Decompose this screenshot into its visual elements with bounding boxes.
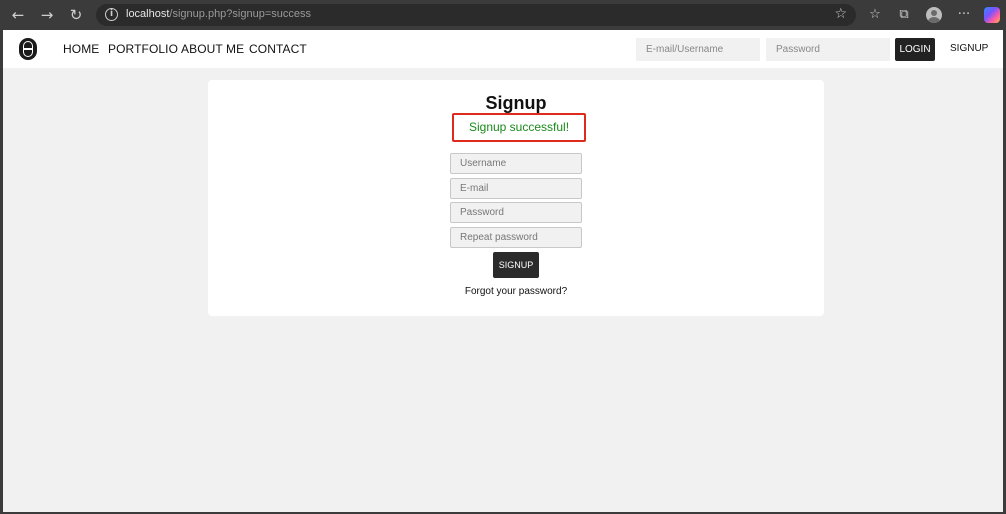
browser-toolbar: ← → ↻ i localhost/signup.php?signup=succ… xyxy=(0,0,1006,30)
more-options-icon[interactable]: ··· xyxy=(955,6,973,24)
reload-icon[interactable]: ↻ xyxy=(66,6,86,24)
nav-item-portfolio[interactable]: PORTFOLIO xyxy=(108,42,178,56)
page-title: Signup xyxy=(485,93,547,113)
address-bar[interactable]: i localhost/signup.php?signup=success ☆ xyxy=(96,4,856,26)
nav-item-home[interactable]: HOME xyxy=(63,42,99,56)
header-email-input[interactable] xyxy=(636,38,760,61)
login-button[interactable]: LOGIN xyxy=(895,38,935,61)
success-message: Signup successful! xyxy=(452,113,586,142)
signup-card: Signup Signup successful! SIGNUP Forgot … xyxy=(208,80,824,316)
extensions-icon[interactable]: ⧉ xyxy=(895,6,913,24)
signup-link[interactable]: SIGNUP xyxy=(950,43,988,54)
copilot-icon[interactable] xyxy=(984,7,1000,23)
favorites-icon[interactable]: ☆ xyxy=(866,6,884,24)
password-field[interactable] xyxy=(450,202,582,223)
email-field[interactable] xyxy=(450,178,582,199)
header-password-input[interactable] xyxy=(766,38,890,61)
username-field[interactable] xyxy=(450,153,582,174)
favorite-star-icon[interactable]: ☆ xyxy=(834,6,847,22)
signup-submit-button[interactable]: SIGNUP xyxy=(493,252,539,278)
address-url[interactable]: localhost/signup.php?signup=success xyxy=(126,8,311,20)
site-info-icon[interactable]: i xyxy=(105,8,118,21)
site-header: HOME PORTFOLIO ABOUT ME CONTACT LOGIN SI… xyxy=(3,30,1003,68)
page-viewport: HOME PORTFOLIO ABOUT ME CONTACT LOGIN SI… xyxy=(3,30,1003,512)
repeat-password-field[interactable] xyxy=(450,227,582,248)
nav-item-about-me[interactable]: ABOUT ME xyxy=(181,42,244,56)
site-logo-icon[interactable] xyxy=(19,38,37,60)
back-icon[interactable]: ← xyxy=(8,6,28,24)
nav-item-contact[interactable]: CONTACT xyxy=(249,42,307,56)
forgot-password-link[interactable]: Forgot your password? xyxy=(208,286,824,297)
profile-avatar-icon[interactable] xyxy=(926,7,942,23)
forward-icon[interactable]: → xyxy=(37,6,57,24)
